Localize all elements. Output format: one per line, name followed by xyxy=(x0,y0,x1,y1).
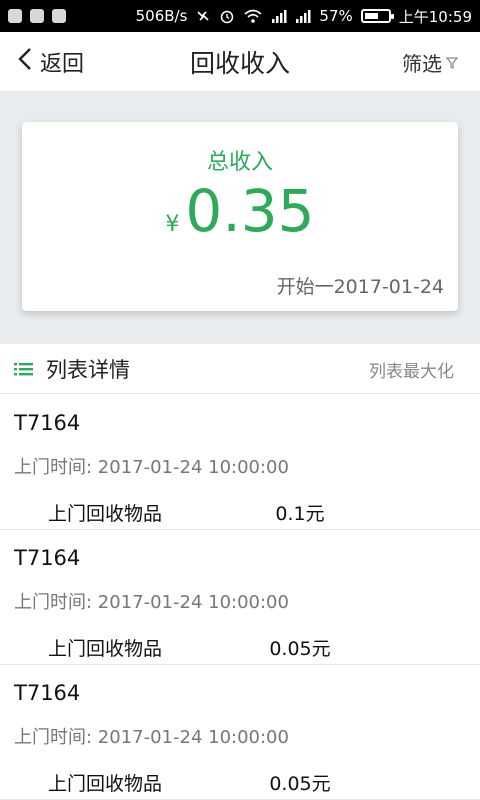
clock: 上午10:59 xyxy=(398,7,472,26)
battery-icon xyxy=(360,9,394,23)
item-amount: 0.1元 xyxy=(275,503,325,525)
total-income-card: 总收入 ¥ 0.35 开始一2017-01-24 xyxy=(22,122,458,311)
item-name: 上门回收物品 xyxy=(48,503,163,525)
order-id: T7164 xyxy=(14,411,81,435)
list-icon xyxy=(14,361,34,377)
list-header: 列表详情 列表最大化 xyxy=(0,344,480,394)
signal-icon xyxy=(271,9,287,23)
order-id: T7164 xyxy=(14,546,81,570)
total-income-label: 总收入 xyxy=(206,150,273,175)
alarm-icon xyxy=(219,8,235,24)
order-id: T7164 xyxy=(14,681,81,705)
list-title: 列表详情 xyxy=(46,358,130,382)
signal-icon xyxy=(295,9,311,23)
wifi-icon xyxy=(243,8,263,24)
notification-icons xyxy=(0,9,66,23)
item-amount: 0.05元 xyxy=(269,638,331,660)
item-name: 上门回收物品 xyxy=(48,773,163,795)
app-header: 返回 回收收入 筛选 xyxy=(0,32,480,92)
chevron-left-icon xyxy=(18,47,32,77)
list-item[interactable]: T7164 上门时间: 2017-01-24 10:00:00 上门回收物品 0… xyxy=(0,395,480,530)
visit-time: 上门时间: 2017-01-24 10:00:00 xyxy=(14,727,289,748)
notification-icon xyxy=(30,9,44,23)
filter-icon xyxy=(445,50,459,74)
back-button[interactable]: 返回 xyxy=(18,32,84,92)
filter-label: 筛选 xyxy=(402,51,442,76)
back-label: 返回 xyxy=(40,52,85,77)
sync-icon xyxy=(195,8,211,24)
visit-time: 上门时间: 2017-01-24 10:00:00 xyxy=(14,592,289,613)
visit-time: 上门时间: 2017-01-24 10:00:00 xyxy=(14,457,289,478)
item-name: 上门回收物品 xyxy=(48,638,163,660)
records-list: T7164 上门时间: 2017-01-24 10:00:00 上门回收物品 0… xyxy=(0,395,480,800)
battery-level xyxy=(364,13,378,19)
notification-icon xyxy=(52,9,66,23)
summary-section: 总收入 ¥ 0.35 开始一2017-01-24 xyxy=(0,92,480,344)
maximize-list-button[interactable]: 列表最大化 xyxy=(369,344,454,394)
battery-percent: 57% xyxy=(319,7,353,25)
filter-button[interactable]: 筛选 xyxy=(402,32,459,92)
list-item[interactable]: T7164 上门时间: 2017-01-24 10:00:00 上门回收物品 0… xyxy=(0,530,480,665)
amount-value: 0.35 xyxy=(185,177,315,245)
currency-symbol: ¥ xyxy=(165,212,180,237)
date-range: 开始一2017-01-24 xyxy=(276,276,444,298)
network-speed: 506B/s xyxy=(135,7,188,25)
status-bar: 506B/s 57% 上午10:59 xyxy=(0,0,480,32)
notification-icon xyxy=(8,9,22,23)
list-item[interactable]: T7164 上门时间: 2017-01-24 10:00:00 上门回收物品 0… xyxy=(0,665,480,800)
item-amount: 0.05元 xyxy=(269,773,331,795)
total-income-amount: ¥ 0.35 xyxy=(22,182,458,240)
